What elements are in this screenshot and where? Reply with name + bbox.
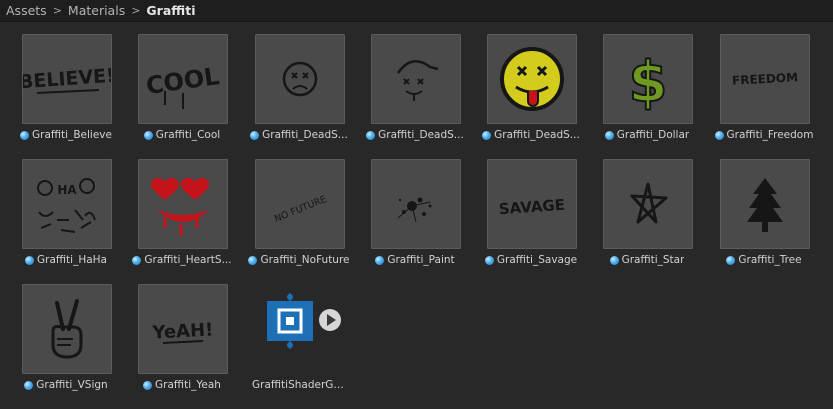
heart-eyes-smile-icon	[150, 177, 210, 236]
breadcrumb-separator: >	[52, 4, 62, 17]
material-icon	[609, 255, 619, 265]
no-future-graffiti-icon: NO FUTURE	[273, 194, 328, 225]
asset-label: GraffitiShaderGraph	[252, 379, 346, 391]
asset-tile-graffiti-star[interactable]: Graffiti_Star	[595, 148, 699, 268]
star-icon	[630, 182, 668, 224]
tree-icon	[747, 178, 783, 232]
asset-tile-graffiti-tree[interactable]: Graffiti_Tree	[712, 148, 816, 268]
paint-splatter-icon	[397, 197, 432, 223]
asset-thumbnail[interactable]: $	[603, 34, 693, 124]
asset-label: Graffiti_Tree	[712, 252, 816, 268]
svg-text:YeAH!: YeAH!	[151, 319, 214, 343]
asset-thumbnail[interactable]	[720, 159, 810, 249]
asset-thumbnail[interactable]	[255, 34, 345, 124]
asset-label: Graffiti_Savage	[479, 252, 583, 268]
dollar-sign-icon: $	[628, 49, 669, 116]
asset-tile-graffiti-freedom[interactable]: FREEDOM Graffiti_Freedom	[712, 23, 816, 143]
material-icon	[484, 255, 494, 265]
asset-tile-graffiti-believe[interactable]: BELIEVE! Graffiti_Believe	[14, 23, 118, 143]
believe-graffiti-icon: BELIEVE!	[23, 65, 111, 94]
material-icon	[143, 380, 153, 390]
material-icon	[604, 130, 614, 140]
asset-label: Graffiti_DeadS...	[247, 127, 351, 143]
asset-thumbnail[interactable]: YeAH!	[138, 284, 228, 374]
asset-label: Graffiti_DeadS...	[479, 127, 583, 143]
material-icon	[366, 130, 376, 140]
asset-tile-graffiti-shadergraph[interactable]: GraffitiShaderGraph	[247, 273, 351, 393]
breadcrumb-graffiti[interactable]: Graffiti	[146, 3, 195, 18]
savage-graffiti-icon: SAVAGE	[498, 196, 565, 219]
freedom-graffiti-icon: FREEDOM	[732, 70, 799, 87]
svg-text:SAVAGE: SAVAGE	[498, 196, 565, 219]
material-icon	[24, 380, 34, 390]
material-icon	[248, 255, 258, 265]
material-icon	[250, 130, 260, 140]
asset-tile-graffiti-dollar[interactable]: $ Graffiti_Dollar	[595, 23, 699, 143]
breadcrumb-separator: >	[131, 4, 141, 17]
asset-label: Graffiti_Freedom	[712, 127, 816, 143]
asset-tile-graffiti-deads-3[interactable]: Graffiti_DeadS...	[479, 23, 583, 143]
asset-thumbnail[interactable]	[22, 284, 112, 374]
asset-label: Graffiti_NoFuture	[247, 252, 351, 268]
cool-graffiti-icon: COOL	[144, 62, 221, 109]
asset-label: Graffiti_Believe	[14, 127, 118, 143]
asset-tile-graffiti-paint[interactable]: Graffiti_Paint	[363, 148, 467, 268]
asset-thumbnail[interactable]	[487, 34, 577, 124]
asset-tile-graffiti-haha[interactable]: HA Graffiti_HaHa	[14, 148, 118, 268]
asset-label: Graffiti_VSign	[14, 377, 118, 393]
asset-thumbnail[interactable]: NO FUTURE	[255, 159, 345, 249]
material-icon	[714, 130, 724, 140]
asset-tile-graffiti-yeah[interactable]: YeAH! Graffiti_Yeah	[130, 273, 234, 393]
asset-label: Graffiti_Paint	[363, 252, 467, 268]
asset-label: Graffiti_Cool	[130, 127, 234, 143]
asset-tile-graffiti-deads-2[interactable]: Graffiti_DeadS...	[363, 23, 467, 143]
haha-doodles-icon: HA	[37, 178, 96, 233]
svg-text:HA: HA	[57, 183, 77, 197]
shader-graph-icon[interactable]	[267, 293, 313, 349]
yellow-dead-smiley-icon	[500, 47, 564, 111]
asset-grid: BELIEVE! Graffiti_Believe COOL Graffiti_…	[0, 23, 833, 409]
asset-label: Graffiti_DeadS...	[363, 127, 467, 143]
breadcrumb-assets[interactable]: Assets	[6, 3, 47, 18]
asset-thumbnail[interactable]	[603, 159, 693, 249]
asset-thumbnail[interactable]	[138, 159, 228, 249]
material-icon	[375, 255, 385, 265]
svg-text:$: $	[629, 50, 668, 115]
asset-label: Graffiti_HeartS...	[130, 252, 234, 268]
dead-cap-face-icon	[396, 60, 439, 101]
material-icon	[726, 255, 736, 265]
asset-tile-graffiti-cool[interactable]: COOL Graffiti_Cool	[130, 23, 234, 143]
svg-text:FREEDOM: FREEDOM	[732, 70, 799, 87]
peace-hand-icon	[51, 299, 83, 359]
asset-label: Graffiti_Yeah	[130, 377, 234, 393]
asset-thumbnail[interactable]: HA	[22, 159, 112, 249]
dead-smiley-icon	[282, 61, 318, 97]
asset-thumbnail[interactable]	[371, 34, 461, 124]
asset-thumbnail[interactable]	[371, 159, 461, 249]
material-icon	[143, 130, 153, 140]
breadcrumb: Assets > Materials > Graffiti	[0, 0, 833, 22]
asset-tile-graffiti-nofuture[interactable]: NO FUTURE Graffiti_NoFuture	[247, 148, 351, 268]
material-icon	[20, 130, 30, 140]
asset-thumbnail[interactable]: COOL	[138, 34, 228, 124]
asset-tile-graffiti-deads-1[interactable]: Graffiti_DeadS...	[247, 23, 351, 143]
breadcrumb-materials[interactable]: Materials	[68, 3, 125, 18]
asset-label: Graffiti_HaHa	[14, 252, 118, 268]
svg-text:NO FUTURE: NO FUTURE	[273, 194, 328, 225]
svg-text:BELIEVE!: BELIEVE!	[23, 65, 111, 94]
asset-tile-graffiti-hearts[interactable]: Graffiti_HeartS...	[130, 148, 234, 268]
asset-label: Graffiti_Star	[595, 252, 699, 268]
yeah-graffiti-icon: YeAH!	[151, 319, 214, 344]
asset-thumbnail[interactable]: FREEDOM	[720, 34, 810, 124]
asset-label: Graffiti_Dollar	[595, 127, 699, 143]
asset-thumbnail[interactable]: BELIEVE!	[22, 34, 112, 124]
material-icon	[132, 255, 142, 265]
material-icon	[482, 130, 492, 140]
asset-tile-graffiti-savage[interactable]: SAVAGE Graffiti_Savage	[479, 148, 583, 268]
play-icon[interactable]	[319, 309, 341, 331]
asset-tile-graffiti-vsign[interactable]: Graffiti_VSign	[14, 273, 118, 393]
asset-thumbnail[interactable]: SAVAGE	[487, 159, 577, 249]
material-icon	[25, 255, 34, 265]
